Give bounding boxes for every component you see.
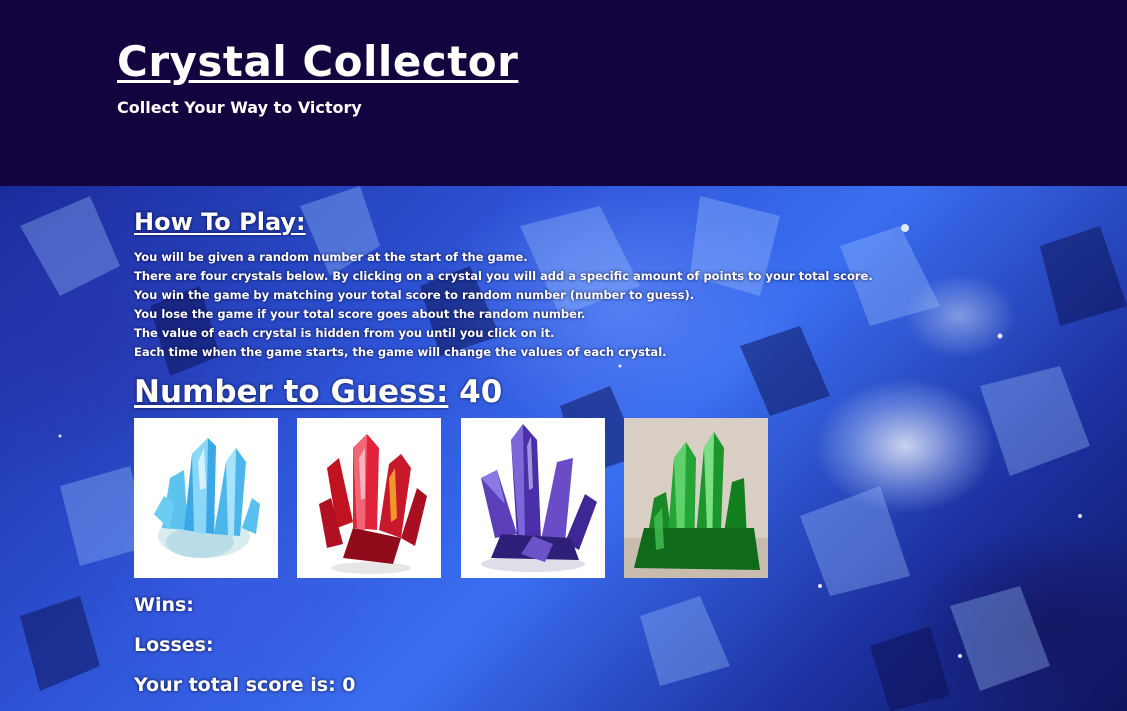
losses-label: Losses:: [134, 634, 214, 656]
game-area: How To Play: You will be given a random …: [0, 186, 1127, 711]
page-subtitle: Collect Your Way to Victory: [117, 98, 362, 117]
losses-stat: Losses:: [134, 634, 214, 656]
rule-item: Each time when the game starts, the game…: [134, 345, 667, 359]
green-crystal-button[interactable]: [624, 418, 768, 578]
site-header: Crystal Collector Collect Your Way to Vi…: [0, 0, 1127, 186]
blue-crystal-button[interactable]: [134, 418, 278, 578]
wins-label: Wins:: [134, 594, 194, 616]
red-crystal-icon: [319, 434, 427, 574]
total-score-stat: Your total score is: 0: [134, 674, 356, 696]
total-score-value: 0: [342, 674, 356, 696]
red-crystal-button[interactable]: [297, 418, 441, 578]
number-to-guess: Number to Guess: 40: [134, 374, 502, 410]
number-to-guess-value: 40: [459, 374, 503, 410]
rule-item: The value of each crystal is hidden from…: [134, 326, 555, 340]
rule-item: You lose the game if your total score go…: [134, 307, 586, 321]
rule-item: There are four crystals below. By clicki…: [134, 269, 873, 283]
total-score-label: Your total score is:: [134, 674, 336, 696]
rules-list: You will be given a random number at the…: [134, 248, 873, 362]
page-title: Crystal Collector: [117, 37, 519, 86]
number-to-guess-label: Number to Guess:: [134, 374, 449, 410]
purple-crystal-icon: [481, 424, 597, 572]
wins-stat: Wins:: [134, 594, 194, 616]
rule-item: You win the game by matching your total …: [134, 288, 695, 302]
green-crystal-icon: [624, 432, 768, 578]
how-to-play-heading: How To Play:: [134, 208, 306, 236]
blue-crystal-icon: [154, 438, 260, 558]
purple-crystal-button[interactable]: [461, 418, 605, 578]
rule-item: You will be given a random number at the…: [134, 250, 528, 264]
crystal-row: [134, 418, 774, 578]
